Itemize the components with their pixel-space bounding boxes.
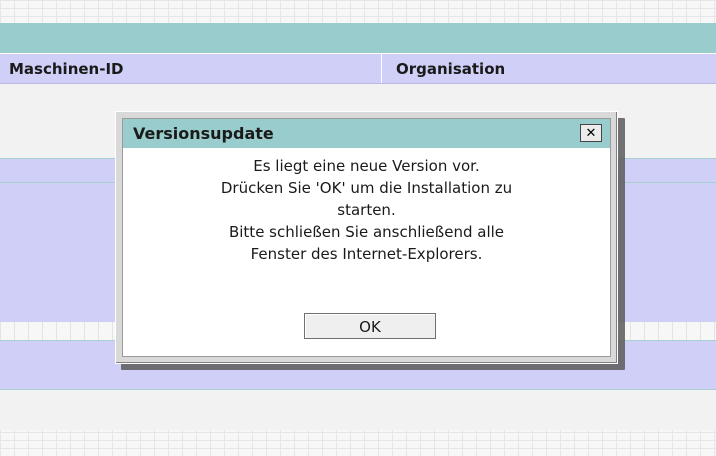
dialog-title: Versionsupdate bbox=[133, 124, 274, 143]
dialog-message: Es liegt eine neue Version vor. Drücken … bbox=[123, 155, 610, 265]
column-header-machine-id[interactable]: Maschinen-ID bbox=[0, 54, 382, 83]
table-row bbox=[0, 390, 716, 430]
close-icon: ✕ bbox=[585, 125, 597, 141]
message-line: Drücken Sie 'OK' um die Installation zu bbox=[220, 179, 513, 197]
column-header-organisation[interactable]: Organisation bbox=[383, 54, 716, 83]
dialog-body: Versionsupdate ✕ Es liegt eine neue Vers… bbox=[122, 118, 611, 357]
message-line: Fenster des Internet-Explorers. bbox=[250, 245, 483, 263]
message-line: Bitte schließen Sie anschließend alle bbox=[228, 223, 505, 241]
dialog-titlebar[interactable]: Versionsupdate ✕ bbox=[123, 119, 610, 148]
message-line: starten. bbox=[337, 201, 396, 219]
close-button[interactable]: ✕ bbox=[580, 124, 602, 142]
version-update-dialog: Versionsupdate ✕ Es liegt eine neue Vers… bbox=[115, 111, 618, 364]
message-line: Es liegt eine neue Version vor. bbox=[253, 157, 480, 175]
ok-button[interactable]: OK bbox=[304, 313, 436, 339]
table-header-row: Maschinen-ID Organisation bbox=[0, 53, 716, 84]
page-header-bar bbox=[0, 23, 716, 53]
